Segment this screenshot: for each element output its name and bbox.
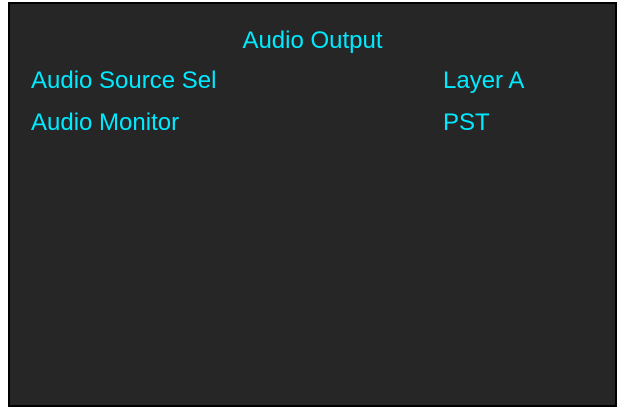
menu-item-audio-source-sel[interactable]: Audio Source Sel Layer A [31, 66, 601, 96]
menu-item-audio-monitor[interactable]: Audio Monitor PST [31, 108, 601, 138]
menu-item-label: Audio Source Sel [31, 67, 217, 94]
menu-title: Audio Output [242, 27, 383, 54]
menu-item-value[interactable]: PST [443, 108, 490, 138]
menu-item-label: Audio Monitor [31, 109, 180, 136]
audio-output-screen: Audio Output Audio Source Sel Layer A Au… [8, 2, 617, 407]
menu-item-value[interactable]: Layer A [443, 66, 524, 96]
